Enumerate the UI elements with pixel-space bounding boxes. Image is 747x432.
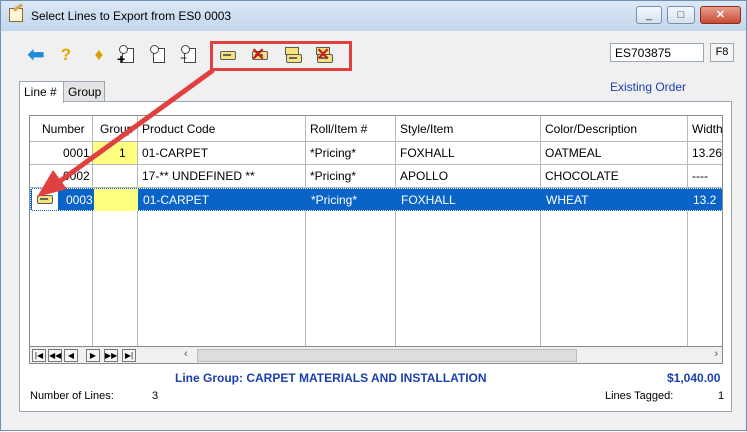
notepad-icon — [9, 8, 23, 22]
cell-roll: *Pricing* — [310, 169, 357, 183]
lines-grid: Number Group Product Code Roll/Item # St… — [29, 115, 723, 347]
help-icon[interactable]: ? — [55, 44, 77, 66]
cell-style: FOXHALL — [400, 146, 455, 160]
line-group-total: $1,040.00 — [667, 371, 721, 385]
table-row[interactable]: 0002 17-** UNDEFINED ** *Pricing* APOLLO… — [30, 165, 722, 188]
delete-line-icon[interactable]: − — [179, 44, 201, 66]
header-group[interactable]: Group — [100, 122, 133, 136]
back-arrow-icon[interactable]: ⬅ — [25, 44, 47, 66]
tag-icon — [37, 195, 53, 204]
existing-order-link[interactable]: Existing Order — [610, 80, 686, 94]
tab-line-number[interactable]: Line # — [19, 81, 64, 103]
header-style-item[interactable]: Style/Item — [400, 122, 453, 136]
horizontal-scrollbar[interactable]: ‹ › — [182, 348, 722, 363]
cell-number: 0003 — [66, 193, 93, 207]
number-of-lines-label: Number of Lines: — [30, 390, 114, 402]
scroll-left-icon[interactable]: ‹ — [184, 348, 188, 360]
cell-color: OATMEAL — [545, 146, 602, 160]
cell-product: 01-CARPET — [143, 193, 210, 207]
cell-color: WHEAT — [546, 193, 589, 207]
header-number[interactable]: Number — [42, 122, 85, 136]
group-highlight — [93, 142, 137, 164]
first-record-button[interactable]: |◀ — [32, 349, 46, 362]
next-page-button[interactable]: ▶▶ — [104, 349, 118, 362]
title-bar: Select Lines to Export from ES0 0003 _ □… — [1, 1, 746, 31]
header-product-code[interactable]: Product Code — [142, 122, 215, 136]
add-line-icon[interactable]: + — [117, 44, 139, 67]
cell-roll: *Pricing* — [311, 193, 358, 207]
scroll-right-icon[interactable]: › — [714, 348, 718, 360]
scrollbar-thumb[interactable] — [197, 349, 577, 362]
f8-button[interactable]: F8 — [710, 43, 734, 62]
grid-navigation-bar: |◀ ◀◀ ◀ ▶ ▶▶ ▶| ‹ › — [29, 347, 723, 364]
copy-line-icon[interactable] — [148, 44, 170, 66]
cell-product: 01-CARPET — [142, 146, 209, 160]
header-roll-item[interactable]: Roll/Item # — [310, 122, 367, 136]
previous-page-button[interactable]: ◀◀ — [48, 349, 62, 362]
header-width[interactable]: Width — [692, 122, 722, 136]
table-row-selected[interactable]: 0003 01-CARPET *Pricing* FOXHALL WHEAT 1… — [30, 188, 722, 211]
cell-number: 0002 — [63, 169, 90, 183]
cell-group: 1 — [119, 146, 126, 160]
cell-roll: *Pricing* — [310, 146, 357, 160]
cell-number: 0001 — [63, 146, 90, 160]
header-color-description[interactable]: Color/Description — [545, 122, 637, 136]
cell-width: 13.26 — [692, 146, 723, 160]
next-record-button[interactable]: ▶ — [86, 349, 100, 362]
cell-color: CHOCOLATE — [545, 169, 619, 183]
last-record-button[interactable]: ▶| — [122, 349, 136, 362]
key-icon[interactable]: ♦ — [88, 44, 110, 66]
tab-group[interactable]: Group — [63, 81, 105, 102]
table-row[interactable]: 0001 1 01-CARPET *Pricing* FOXHALL OATME… — [30, 142, 723, 165]
order-number-input[interactable] — [610, 43, 704, 62]
maximize-button[interactable]: □ — [667, 6, 695, 24]
line-group-label: Line Group: CARPET MATERIALS AND INSTALL… — [175, 371, 487, 385]
cell-width: ---- — [692, 169, 708, 183]
grid-header: Number Group Product Code Roll/Item # St… — [30, 116, 722, 142]
cell-product: 17-** UNDEFINED ** — [142, 169, 255, 183]
lines-tagged-label: Lines Tagged: — [605, 390, 674, 402]
close-button[interactable]: ✕ — [700, 6, 741, 24]
window-title: Select Lines to Export from ES0 0003 — [31, 9, 232, 23]
previous-record-button[interactable]: ◀ — [64, 349, 78, 362]
number-of-lines-value: 3 — [152, 390, 159, 402]
tag-buttons-annotation — [210, 41, 352, 71]
lines-tagged-value: 1 — [718, 390, 725, 402]
cell-style: APOLLO — [400, 169, 449, 183]
cell-width: 13.2 — [693, 193, 717, 207]
minimize-button[interactable]: _ — [636, 6, 662, 24]
cell-style: FOXHALL — [401, 193, 456, 207]
export-lines-window: Select Lines to Export from ES0 0003 _ □… — [0, 0, 747, 431]
group-highlight — [94, 189, 138, 211]
row-tag-marker — [32, 189, 58, 210]
